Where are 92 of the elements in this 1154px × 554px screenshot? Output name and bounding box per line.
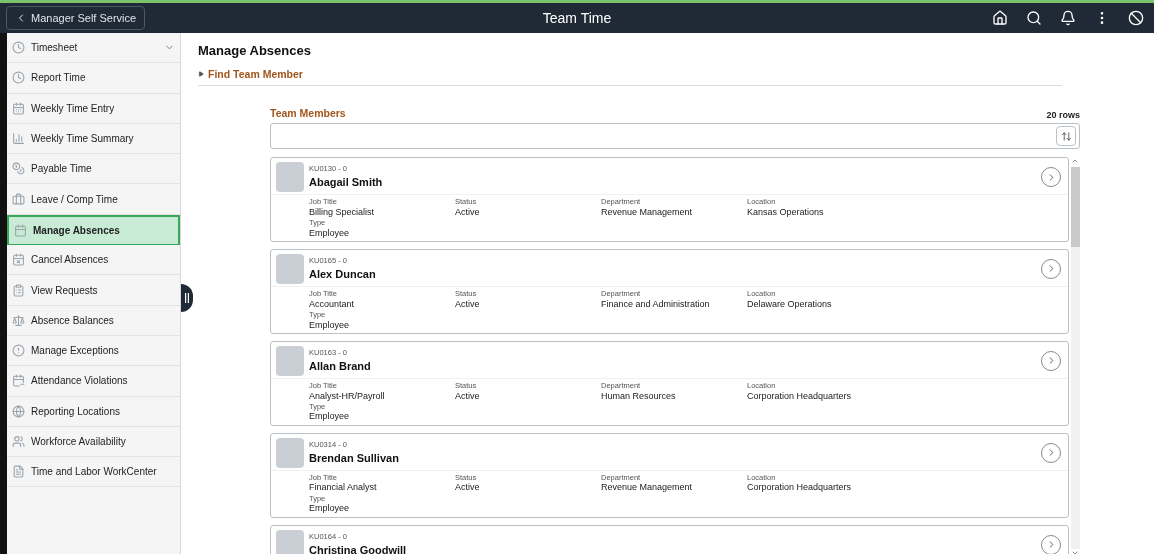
menu-item-icon [12, 313, 25, 327]
menu-item-icon [12, 435, 25, 448]
sidebar-item-label: Timesheet [31, 41, 78, 56]
avatar-placeholder [276, 162, 304, 192]
field-value: Revenue Management [601, 482, 694, 493]
find-team-member-link[interactable]: Find Team Member [208, 66, 303, 83]
sort-button[interactable] [1056, 126, 1076, 146]
sidebar-item[interactable]: Manage Absences [7, 214, 180, 246]
menu-item-icon [12, 283, 25, 297]
sidebar-item[interactable]: Leave / Comp Time [7, 184, 180, 215]
menu-item-icon [12, 404, 25, 418]
field-value: Active [455, 298, 481, 309]
sidebar-item-label: Workforce Availability [31, 435, 126, 449]
collapse-handle[interactable] [181, 284, 193, 312]
section-title: Team Members [270, 106, 346, 122]
field-value: Corporation Headquarters [747, 390, 853, 401]
menu-item-icon [12, 374, 25, 388]
sidebar-item-label: View Requests [31, 283, 98, 298]
employee-name: Brendan Sullivan [309, 451, 399, 467]
notification-icon[interactable] [1060, 10, 1076, 26]
sidebar-item[interactable]: Time and Labor WorkCenter [7, 457, 180, 488]
scrollbar-thumb[interactable] [1070, 167, 1080, 247]
sidebar-item-label: Reporting Locations [31, 404, 120, 419]
row-count: 20 rows [1046, 108, 1080, 122]
sidebar-item-label: Manage Absences [33, 223, 120, 238]
page-title: Team Time [542, 8, 612, 28]
search-icon[interactable] [1026, 10, 1042, 26]
page-heading: Manage Absences [198, 42, 312, 60]
sidebar-item[interactable]: Report Time [7, 63, 180, 94]
sidebar-item-label: Leave / Comp Time [31, 192, 118, 207]
sidebar-item[interactable]: View Requests [7, 275, 180, 306]
field-value: Kansas Operations [747, 206, 825, 217]
home-icon[interactable] [992, 10, 1008, 26]
menu-item-icon [12, 71, 25, 85]
scrollbar[interactable] [1070, 157, 1080, 554]
field-value: Employee [309, 319, 351, 330]
sidebar-item-label: Attendance Violations [31, 374, 128, 389]
field-value: Employee [309, 411, 351, 422]
field-value: Billing Specialist [309, 206, 376, 217]
field-value: Corporation Headquarters [747, 482, 853, 493]
sidebar-item[interactable]: Attendance Violations [7, 366, 180, 397]
sidebar-item[interactable]: Payable Time [7, 154, 180, 185]
sidebar-item[interactable]: Absence Balances [7, 305, 180, 336]
sidebar-item[interactable]: Weekly Time Summary [7, 123, 180, 155]
employee-name: Alex Duncan [309, 267, 376, 283]
sidebar-item[interactable]: Cancel Absences [7, 245, 180, 276]
no-entry-icon[interactable] [1128, 10, 1144, 26]
employee-name: Christina Goodwill [309, 543, 407, 554]
field-value: Active [455, 390, 481, 401]
field-value: Revenue Management [601, 206, 694, 217]
sidebar-item-label: Report Time [31, 71, 86, 86]
sidebar-item-label: Absence Balances [31, 313, 114, 328]
sort-icon [1060, 130, 1072, 142]
field-value: Financial Analyst [309, 482, 378, 493]
sidebar-item-label: Time and Labor WorkCenter [31, 465, 157, 480]
sidebar-item-label: Weekly Time Entry [31, 101, 115, 116]
menu-item-icon [12, 192, 25, 206]
pause-icon [185, 293, 189, 303]
sidebar-item[interactable]: Reporting Locations [7, 396, 180, 427]
sidebar-item-label: Manage Exceptions [31, 344, 119, 359]
scroll-up-icon [1071, 157, 1079, 165]
field-value: Accountant [309, 298, 356, 309]
sidebar-item[interactable]: Timesheet [7, 33, 180, 64]
sidebar-item[interactable]: Manage Exceptions [7, 335, 180, 367]
menu-item-icon [12, 101, 25, 115]
field-value: Analyst-HR/Payroll [309, 390, 386, 401]
menu-item-icon [12, 344, 25, 358]
menu-item-icon [12, 41, 25, 55]
menu-item-icon [12, 132, 25, 146]
field-value: Employee [309, 227, 351, 238]
menu-item-icon [14, 223, 27, 237]
field-value: Delaware Operations [747, 298, 833, 309]
employee-name: Abagail Smith [309, 175, 383, 191]
menu-item-icon [12, 162, 25, 176]
avatar-placeholder [276, 253, 304, 284]
menu-item-icon [12, 465, 25, 479]
field-value: Human Resources [601, 390, 677, 401]
sidebar-item-label: Cancel Absences [31, 253, 109, 268]
field-value: Active [455, 482, 481, 493]
field-value: Employee [309, 503, 351, 514]
field-value: Finance and Administration [601, 298, 711, 309]
avatar-placeholder [276, 437, 304, 468]
sidebar-item[interactable]: Weekly Time Entry [7, 93, 180, 124]
sidebar-item[interactable]: Workforce Availability [7, 426, 180, 458]
field-value: Active [455, 206, 481, 217]
avatar-placeholder [276, 345, 304, 376]
sidebar-item-label: Payable Time [31, 162, 92, 177]
avatar-placeholder [276, 529, 304, 554]
employee-name: Allan Brand [309, 359, 371, 375]
menu-item-icon [12, 253, 25, 267]
sidebar-item-label: Weekly Time Summary [31, 132, 134, 147]
back-button[interactable]: Manager Self Service [6, 6, 146, 30]
